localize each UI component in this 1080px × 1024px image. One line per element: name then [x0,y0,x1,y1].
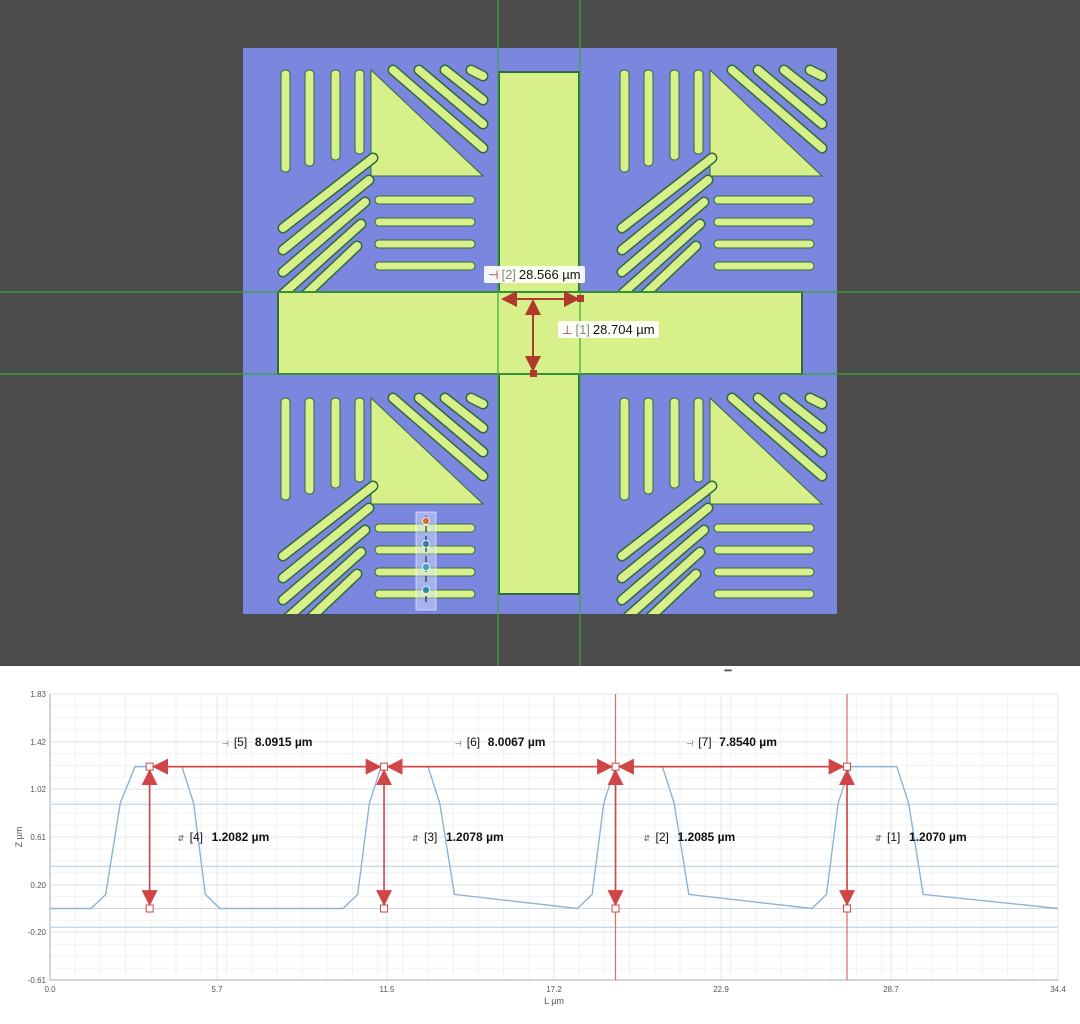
pattern-stripe [806,394,826,408]
dimension-value: 1.2078 µm [446,830,504,844]
dimension-index: [6] [467,735,480,749]
x-axis-label: L µm [544,996,564,1006]
microscope-image-viewer[interactable]: ⊣ [2] 28.566 µm ⊥ [1] 28.704 µm [0,0,1080,666]
y-tick-label: -0.20 [28,928,47,937]
measurement-value: 28.704 µm [592,322,655,337]
panel-splitter[interactable]: •••• [0,666,1080,675]
y-tick-label: 1.02 [30,785,46,794]
pattern-bar [713,545,815,555]
dimension-handle [380,762,389,771]
dimension-handle [843,762,852,771]
pattern-bar [713,589,815,599]
dimension-index: [7] [698,735,711,749]
measurement-label-1[interactable]: ⊥ [1] 28.704 µm [558,321,659,338]
pattern-bar [374,261,476,271]
y-tick-label: 1.83 [30,690,46,699]
dimension-index: [1] [887,830,900,844]
width-measure-icon: ⊣ [686,739,693,748]
measurement-handle [530,370,537,377]
x-tick-label: 17.2 [546,985,562,994]
pattern-bar [643,69,654,167]
dimension-value: 8.0915 µm [255,735,313,749]
profile-chart[interactable]: 0.0 5.7 11.5 17.2 22.9 28.7 34.4 1.83 1.42 1.02 0.… [0,674,1080,1024]
pattern-bar [693,69,704,155]
pattern-bar [643,397,654,495]
measurement-handle [577,295,584,302]
cross-horizontal-bar [277,291,803,375]
y-tick-label: 0.20 [30,881,46,890]
dimension-index: [4] [190,830,203,844]
profile-point [422,540,430,548]
pattern-stripe [467,394,487,408]
pattern-bar [693,397,704,483]
dimension-value: 1.2085 µm [678,830,736,844]
height-measure-icon: ⇵ [644,834,651,843]
y-tick-label: -0.61 [28,976,47,985]
dimension-handle [611,762,620,771]
pattern-bar [374,195,476,205]
x-tick-label: 0.0 [44,985,56,994]
pattern-bar [304,69,315,167]
dimension-handle [380,904,389,913]
pattern-bar [354,69,365,155]
pattern-bar [713,261,815,271]
pattern-bar [280,69,291,173]
pattern-bar [619,397,630,501]
horizontal-distance-icon: ⊣ [488,267,499,282]
height-measure-icon: ⇵ [412,834,419,843]
pattern-bar [330,397,341,489]
dimension-index: [2] [656,830,669,844]
profile-point [422,563,430,571]
pattern-bar [713,567,815,577]
dimension-handle [611,904,620,913]
pattern-bar [713,523,815,533]
pattern-bar [669,69,680,161]
height-measure-icon: ⇵ [875,834,882,843]
y-tick-label: 1.42 [30,738,46,747]
pattern-bar [713,195,815,205]
x-tick-label: 28.7 [883,985,899,994]
width-measure-icon: ⊣ [455,739,462,748]
measurement-index: [1] [575,322,590,337]
profile-point [422,586,430,594]
dimension-value: 8.0067 µm [488,735,546,749]
dimension-value: 1.2070 µm [909,830,967,844]
pattern-bar [619,69,630,173]
dimension-index: [5] [234,735,247,749]
vertical-distance-icon: ⊥ [562,322,573,337]
dimension-handle [145,904,154,913]
dimension-value: 7.8540 µm [719,735,777,749]
pattern-bar [280,397,291,501]
microscope-image[interactable] [0,0,1080,666]
dimension-handle [843,904,852,913]
measurement-index: [2] [501,267,516,282]
profile-point [422,517,430,525]
x-tick-label: 22.9 [713,985,729,994]
pattern-bar [669,397,680,489]
pattern-bar [354,397,365,483]
profile-chart-svg: 0.0 5.7 11.5 17.2 22.9 28.7 34.4 1.83 1.42 1.02 0.… [14,690,1066,1006]
x-tick-label: 5.7 [211,985,223,994]
pattern-bar [374,217,476,227]
pattern-bar [330,69,341,161]
pattern-bar [713,217,815,227]
measurement-label-2[interactable]: ⊣ [2] 28.566 µm [484,266,585,283]
x-tick-label: 11.5 [379,985,395,994]
x-tick-label: 34.4 [1050,985,1066,994]
measurement-value: 28.566 µm [518,267,581,282]
width-measure-icon: ⊣ [222,739,229,748]
pattern-bar [713,239,815,249]
pattern-stripe [467,66,487,80]
dimension-index: [3] [424,830,437,844]
height-measure-icon: ⇵ [178,834,185,843]
dimension-handle [145,762,154,771]
pattern-bar [374,239,476,249]
pattern-stripe [806,66,826,80]
dimension-value: 1.2082 µm [212,830,270,844]
y-tick-label: 0.61 [30,833,46,842]
pattern-bar [304,397,315,495]
y-axis-label: Z µm [14,827,24,848]
